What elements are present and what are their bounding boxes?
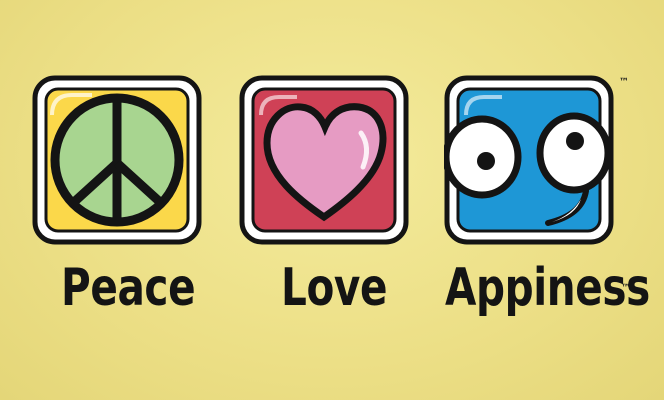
heart-icon xyxy=(239,75,409,245)
trademark-mark-word: ™ xyxy=(621,283,631,294)
peace-tile xyxy=(32,75,202,245)
peace-word: Peace xyxy=(61,258,196,318)
appiness-word: Appiness xyxy=(445,258,650,318)
appiness-tile xyxy=(444,75,614,245)
peace-sign-icon xyxy=(32,75,202,245)
love-word: Love xyxy=(281,258,388,318)
trademark-mark: ™ xyxy=(619,77,629,88)
googly-eyes-smile-icon xyxy=(444,75,614,245)
love-tile xyxy=(239,75,409,245)
